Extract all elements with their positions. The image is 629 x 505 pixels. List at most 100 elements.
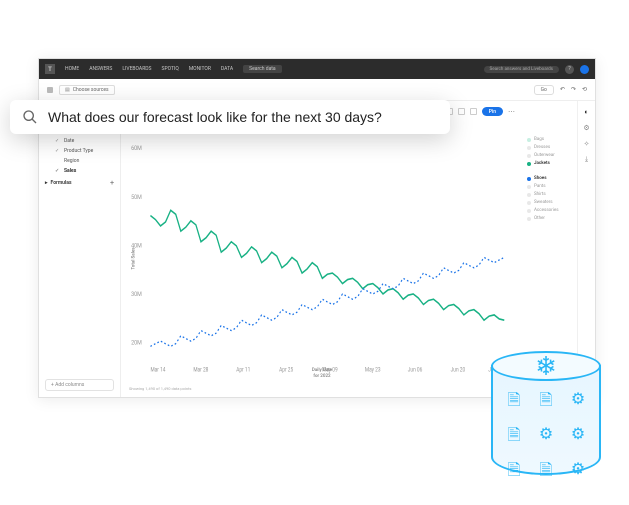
col-label: Date	[64, 138, 74, 144]
share-icon[interactable]	[470, 108, 477, 115]
nav-home[interactable]: HOME	[65, 66, 79, 72]
xtick: Apr 11	[236, 367, 250, 374]
table-type-icon[interactable]	[458, 108, 465, 115]
legend-swatch	[527, 177, 531, 181]
col-sales[interactable]: ✓ Sales	[45, 167, 114, 175]
check-icon: ✓	[55, 148, 60, 154]
explore-icon[interactable]: ✧	[582, 139, 591, 148]
chevron-right-icon: ▸	[45, 180, 48, 186]
legend-swatch	[527, 138, 531, 142]
ytick: 60M	[131, 145, 142, 153]
ytick: 20M	[131, 339, 142, 347]
ytick: 30M	[131, 290, 142, 298]
chart-area: Total Sales by Daily Date and Product Ty…	[121, 101, 523, 397]
legend-item[interactable]: Shoes	[527, 176, 573, 181]
legend-item[interactable]: Sweaters	[527, 200, 573, 205]
chart-plot[interactable]: 60M 50M 40M 30M 20M Mar 14 Mar 28 Apr 11…	[129, 134, 515, 377]
col-product-type[interactable]: ✓ Product Type	[45, 147, 114, 155]
chart-footnote: Showing 1,490 of 1,490 data points	[129, 386, 515, 391]
group-formulas[interactable]: ▸ Formulas +	[45, 177, 114, 189]
check-icon: ✓	[55, 168, 60, 174]
line-jackets	[150, 210, 504, 320]
legend-item[interactable]: Dresses	[527, 145, 573, 150]
app-logo[interactable]: T	[45, 64, 55, 74]
global-search-input[interactable]: Search answers and Liveboards	[484, 66, 559, 73]
xlabel2: for 2022	[312, 374, 332, 379]
nav-data[interactable]: DATA	[221, 66, 233, 72]
legend-swatch	[527, 185, 531, 189]
legend-label: Shoes	[534, 176, 547, 181]
legend-swatch	[527, 154, 531, 158]
col-region[interactable]: Region	[45, 157, 114, 165]
reset-icon[interactable]: ⟲	[582, 86, 587, 93]
legend-item[interactable]: Outerwear	[527, 153, 573, 158]
source-picker[interactable]: ▤ Choose sources	[59, 85, 115, 95]
xtick: May 23	[365, 367, 381, 374]
col-label: Sales	[64, 168, 76, 174]
document-icon: 🗎	[508, 459, 521, 486]
document-icon: 🗎	[508, 389, 521, 416]
legend-item[interactable]: Other	[527, 216, 573, 221]
xtick: Mar 28	[193, 367, 208, 374]
avatar[interactable]	[580, 65, 589, 74]
legend-swatch	[527, 146, 531, 150]
snowflake-icon: ❄	[535, 352, 557, 382]
legend-swatch	[527, 162, 531, 166]
chart-config-icon[interactable]: ◐	[582, 107, 591, 116]
add-columns-button[interactable]: + Add columns	[45, 379, 114, 391]
x-axis-label: Daily Date for 2022	[312, 368, 332, 379]
col-label: Product Type	[64, 148, 93, 154]
legend-label: Shirts	[534, 192, 546, 197]
legend-swatch	[527, 193, 531, 197]
more-icon[interactable]: ⋯	[508, 108, 515, 116]
add-label: + Add columns	[51, 382, 84, 388]
menu-icon[interactable]	[47, 87, 53, 93]
legend-item[interactable]: Pants	[527, 184, 573, 189]
y-axis-label: Total Sales	[132, 247, 137, 269]
document-icon: 🗎	[540, 389, 553, 416]
legend-swatch	[527, 209, 531, 213]
legend-item[interactable]: Jackets	[527, 161, 573, 166]
redo-icon[interactable]: ↷	[571, 86, 576, 93]
search-icon	[22, 109, 38, 125]
xtick: Jun 06	[408, 367, 423, 374]
top-nav: HOME ANSWERS LIVEBOARDS SPOTIQ MONITOR D…	[65, 66, 233, 72]
legend-label: Sweaters	[534, 200, 553, 205]
go-button[interactable]: Go	[534, 85, 554, 95]
settings-icon[interactable]: ⚙	[582, 123, 591, 132]
gear-icon: ⚙	[571, 389, 585, 416]
undo-icon[interactable]: ↶	[560, 86, 565, 93]
go-label: Go	[541, 87, 547, 93]
document-icon: 🗎	[508, 424, 521, 451]
topbar: T HOME ANSWERS LIVEBOARDS SPOTIQ MONITOR…	[39, 59, 595, 79]
gear-icon: ⚙	[571, 459, 585, 486]
legend-item[interactable]: Accessories	[527, 208, 573, 213]
legend-label: Bags	[534, 137, 544, 142]
legend-label: Accessories	[534, 208, 559, 213]
search-data-button[interactable]: Search data	[243, 65, 282, 73]
nl-search-overlay[interactable]	[10, 100, 450, 134]
nav-spotiq[interactable]: SPOTIQ	[162, 66, 179, 72]
db-icons-grid: 🗎 🗎 ⚙ 🗎 ⚙ ⚙ 🗎 🗎 ⚙	[503, 389, 589, 486]
legend-label: Dresses	[534, 145, 550, 150]
gear-icon: ⚙	[539, 424, 553, 451]
gear-icon: ⚙	[571, 424, 585, 451]
nl-search-input[interactable]	[48, 109, 438, 125]
pin-button[interactable]: Pin	[482, 107, 503, 116]
legend-label: Pants	[534, 184, 546, 189]
nav-liveboards[interactable]: LIVEBOARDS	[122, 66, 151, 72]
col-date[interactable]: ✓ Date	[45, 137, 114, 145]
add-formula-icon[interactable]: +	[110, 179, 114, 187]
legend-item[interactable]: Bags	[527, 137, 573, 142]
line-shoes	[150, 257, 504, 346]
legend-label: Jackets	[534, 161, 550, 166]
nav-monitor[interactable]: MONITOR	[189, 66, 211, 72]
nav-answers[interactable]: ANSWERS	[89, 66, 112, 72]
ytick: 50M	[131, 193, 142, 201]
legend-swatch	[527, 201, 531, 205]
xtick: Apr 25	[279, 367, 293, 374]
help-icon[interactable]: ?	[565, 65, 574, 74]
group-label: Formulas	[51, 180, 72, 186]
legend-item[interactable]: Shirts	[527, 192, 573, 197]
download-icon[interactable]: ⤓	[582, 155, 591, 164]
